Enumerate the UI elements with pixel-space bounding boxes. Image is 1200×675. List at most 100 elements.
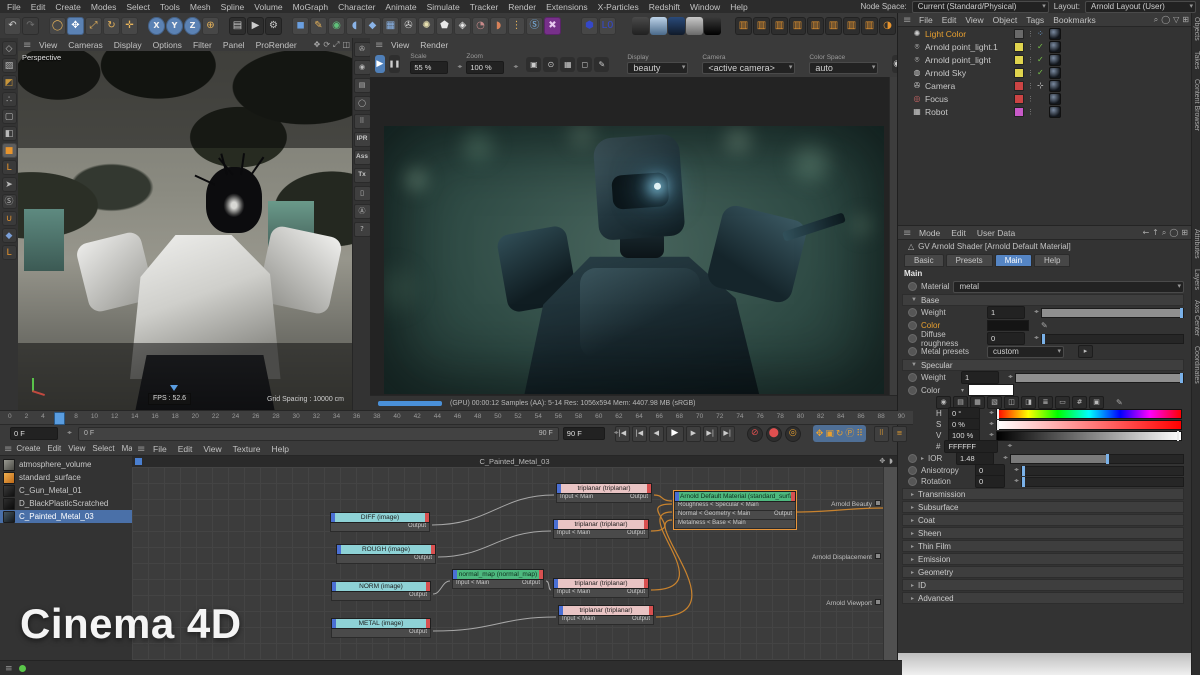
menu-item[interactable]: Modes [91, 2, 117, 12]
layer-tag[interactable] [1014, 41, 1024, 52]
visibility-dots-icon[interactable]: ⋮ [1027, 95, 1034, 103]
object-menu-item[interactable]: Object [993, 15, 1018, 25]
mode-icon[interactable]: ◩ [1, 75, 17, 90]
arnold-tool-button[interactable]: IPR [353, 132, 371, 147]
mode-icon[interactable]: ◇ [1, 41, 17, 56]
current-frame-spinner[interactable]: 0 F [10, 427, 71, 440]
menu-item[interactable]: Volume [254, 2, 282, 12]
toolbar-icon[interactable]: ⬟ [436, 16, 453, 35]
attribute-nav-icon[interactable]: ← [1142, 228, 1149, 237]
toolbar-icon[interactable]: ⚙ [265, 16, 282, 35]
toolbar-icon[interactable]: ✛ [121, 16, 138, 35]
layer-tag[interactable] [1014, 54, 1024, 65]
side-tab[interactable]: Axis Center [1193, 300, 1200, 336]
keyframe-toggle-icon[interactable]: ⠿ [856, 427, 863, 441]
node-port-row[interactable]: Roughness < Specular < Main [674, 502, 796, 511]
graph-node-normalmap[interactable]: normal_map (normal_map) Input < Main Outpu… [452, 569, 544, 589]
weight-value[interactable]: 1 [987, 306, 1038, 319]
object-name[interactable]: Arnold Sky [925, 68, 1011, 78]
toolbar-icon[interactable] [632, 16, 649, 35]
toolbar-icon[interactable]: ▥ [771, 16, 788, 35]
menu-item[interactable]: Create [55, 2, 81, 12]
object-manager-icon[interactable]: ◯ [1161, 15, 1170, 24]
node-editor-corner-icon[interactable]: ◗ [889, 456, 893, 467]
graph-node-triplanar[interactable]: triplanar (triplanar) Input < Main Output [553, 519, 649, 539]
node-editor-tab-title[interactable]: C_Painted_Metal_03 [479, 457, 549, 466]
toolbar-icon[interactable]: Z [184, 16, 201, 35]
spec-weight-slider[interactable] [1015, 372, 1184, 383]
material-list-item[interactable]: C_Gun_Metal_01 [0, 484, 132, 497]
object-menu-item[interactable]: Edit [942, 15, 957, 25]
mode-icon[interactable]: ➤ [1, 177, 17, 192]
toolbar-icon[interactable]: ▥ [807, 16, 824, 35]
collapsed-section-header[interactable]: ▸ Coat [902, 514, 1184, 526]
toolbar-icon[interactable]: ▥ [753, 16, 770, 35]
collapsed-section-header[interactable]: ▸ Geometry [902, 566, 1184, 578]
collapsed-section-header[interactable]: ▸ Sheen [902, 527, 1184, 539]
arnold-tool-icon[interactable]: ⠿ [353, 114, 371, 129]
transport-button[interactable]: |◀ [631, 425, 647, 442]
toolbar-icon[interactable]: ◔ [472, 16, 489, 35]
toolbar-icon[interactable]: ▥ [735, 16, 752, 35]
viewport-menu-item[interactable]: Display [114, 40, 142, 50]
menu-item[interactable]: Simulate [427, 2, 460, 12]
arnold-tool-icon[interactable]: ▤ [353, 78, 371, 93]
object-tree-row[interactable]: ◍ Arnold Sky ⋮ ✓ [898, 66, 1192, 79]
side-tab[interactable]: Content Browser [1193, 79, 1200, 131]
object-name[interactable]: Arnold point_light [925, 55, 1011, 65]
menu-item[interactable]: MoGraph [293, 2, 328, 12]
tag-state-icon[interactable]: ✓ [1037, 55, 1046, 64]
toolbar-icon[interactable]: ⋮ [508, 16, 525, 35]
viewport-nav-icon[interactable]: ✥ [314, 40, 321, 49]
object-menu-item[interactable]: Bookmarks [1053, 15, 1096, 25]
toolbar-icon[interactable]: ✖ [544, 16, 561, 35]
layer-tag[interactable] [1014, 28, 1024, 39]
panel-menu-icon[interactable] [903, 228, 914, 237]
toolbar-icon[interactable] [283, 17, 291, 35]
param-knob[interactable] [908, 385, 917, 395]
status-menu-icon[interactable]: ≡ [5, 664, 13, 674]
attribute-tab[interactable]: Main [994, 254, 1033, 267]
spec-color-swatch[interactable] [968, 384, 1015, 396]
menu-item[interactable]: Spline [221, 2, 245, 12]
mode-icon[interactable]: ◧ [1, 126, 17, 141]
param-knob[interactable] [908, 321, 917, 330]
menu-item[interactable]: X-Particles [598, 2, 639, 12]
menu-item[interactable]: Extensions [546, 2, 588, 12]
transport-button[interactable]: ▶ [685, 425, 701, 442]
transport-button[interactable]: ▶ [665, 425, 684, 442]
toolbar-icon[interactable]: ◗ [490, 16, 507, 35]
material-name[interactable]: atmosphere_volume [19, 460, 91, 469]
material-list-item[interactable]: C_Painted_Metal_03 [0, 510, 132, 523]
color-mode-icon[interactable]: ▭ [1055, 395, 1070, 409]
mode-icon[interactable]: ∪ [1, 211, 17, 226]
color-mode-icon[interactable]: # [1072, 395, 1087, 409]
object-menu-item[interactable]: File [919, 15, 933, 25]
menu-item[interactable]: Window [690, 2, 720, 12]
node-port-row[interactable]: Input < Main Output [553, 589, 649, 598]
mode-icon[interactable]: ∴ [1, 92, 17, 107]
toolbar-icon[interactable]: ▥ [843, 16, 860, 35]
object-name[interactable]: Camera [925, 81, 1011, 91]
graph-node-image[interactable]: NORM (image) Output [331, 581, 431, 601]
menu-item[interactable]: Select [126, 2, 150, 12]
display-select[interactable]: beauty [627, 61, 689, 74]
toolbar-icon[interactable]: ▦ [382, 16, 399, 35]
material-select[interactable]: metal [953, 280, 1184, 293]
toolbar-icon[interactable]: ◯ [49, 16, 66, 35]
texture-tag-thumb[interactable] [1049, 27, 1061, 40]
metal-presets-select[interactable]: custom [987, 345, 1064, 358]
toolbar-icon[interactable]: ▶ [247, 16, 264, 35]
mode-icon[interactable]: L [1, 245, 17, 260]
tag-state-icon[interactable]: ✓ [1037, 42, 1046, 51]
side-tab[interactable]: Attributes [1193, 229, 1200, 259]
toolbar-icon[interactable]: ↷ [22, 16, 39, 35]
viewport-menu-item[interactable]: View [39, 40, 57, 50]
material-menu-item[interactable]: View [68, 444, 85, 453]
mode-icon[interactable]: Ⓢ [1, 194, 17, 209]
nodespace-select[interactable]: Current (Standard/Physical) [911, 0, 1049, 13]
toolbar-icon[interactable]: Ⓢ [526, 16, 543, 35]
timeline-ruler[interactable]: 0246810121416182022242628303234363840424… [0, 411, 913, 425]
base-color-swatch[interactable] [987, 320, 1029, 331]
toolbar-icon[interactable]: ✺ [418, 16, 435, 35]
